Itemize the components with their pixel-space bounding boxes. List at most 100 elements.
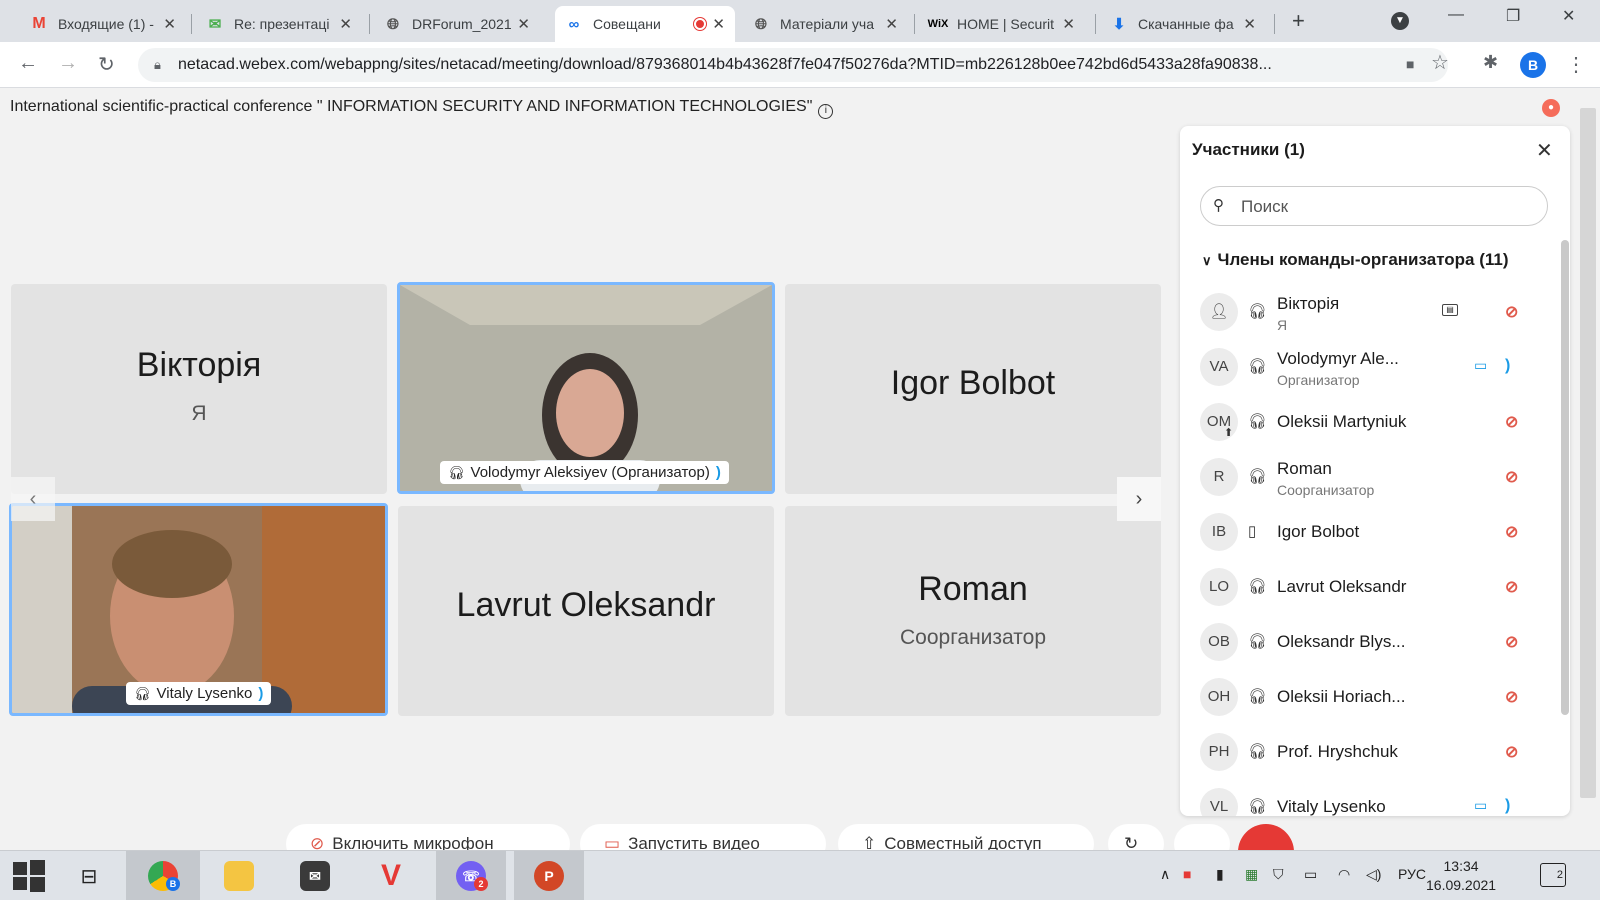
tile-name-label: 🎧︎ Volodymyr Aleksiyev (Организатор) ) <box>440 461 729 484</box>
close-tab-icon[interactable]: ✕ <box>885 15 898 33</box>
browser-menu-icon[interactable]: ⋮ <box>1566 52 1586 77</box>
participant-row[interactable]: VL 🎧︎ Vitaly Lysenko ▭ ) <box>1180 781 1550 816</box>
extensions-icon[interactable]: ✱ <box>1483 52 1498 73</box>
contact-card-icon[interactable]: ▤ <box>1442 304 1458 316</box>
mic-muted-icon[interactable]: ⊘ <box>1505 632 1518 652</box>
windows-taskbar: ⊟ B ✉ V ☏ 2 P ∧ ■ ▮ ▦ ⛉ ▭ ◠ ◁) РУС 13:34… <box>0 850 1600 900</box>
mic-muted-icon[interactable]: ⊘ <box>1505 687 1518 707</box>
video-on-icon[interactable]: ▭ <box>1474 357 1487 374</box>
task-view-icon[interactable]: ⊟ <box>64 851 114 900</box>
video-tile-roman[interactable]: Roman Соорганизатор <box>785 506 1161 716</box>
tab-webex-meeting[interactable]: ∞ Совещани ✕ <box>555 6 735 42</box>
participant-row[interactable]: 👤︎ 🎧︎ Вікторія Я ▤ ⊘ <box>1180 286 1550 341</box>
system-clock[interactable]: 13:34 16.09.2021 <box>1426 857 1496 895</box>
battery-icon[interactable]: ▭ <box>1304 866 1317 883</box>
close-panel-icon[interactable]: ✕ <box>1536 138 1553 163</box>
host-team-section-header[interactable]: ∨ Члены команды-организатора (11) <box>1202 250 1509 270</box>
profile-avatar[interactable]: B <box>1520 52 1546 78</box>
tab-drforum[interactable]: 🌐︎ DRForum_2021 ✕ <box>374 6 540 42</box>
headset-icon: 🎧︎ <box>1248 633 1268 650</box>
minimize-icon[interactable]: — <box>1448 6 1464 24</box>
taskbar-viber[interactable]: ☏ 2 <box>436 851 506 900</box>
bookmark-star-icon[interactable]: ☆ <box>1431 50 1449 75</box>
start-button[interactable] <box>4 851 54 900</box>
close-tab-icon[interactable]: ✕ <box>163 15 176 33</box>
tray-grid-icon[interactable]: ▦ <box>1245 866 1258 883</box>
close-window-icon[interactable]: ✕ <box>1562 6 1575 26</box>
mic-muted-icon[interactable]: ⊘ <box>1505 742 1518 762</box>
close-tab-icon[interactable]: ✕ <box>712 15 725 33</box>
video-tile-volodymyr[interactable]: 🎧︎ Volodymyr Aleksiyev (Организатор) ) <box>397 282 775 494</box>
participants-title: Участники (1) <box>1192 140 1305 159</box>
participant-row[interactable]: VA 🎧︎ Volodymyr Ale... Организатор ▭ ) <box>1180 341 1550 396</box>
taskbar-mail[interactable]: ✉ <box>290 851 340 900</box>
close-tab-icon[interactable]: ✕ <box>1062 15 1075 33</box>
security-icon[interactable]: ⛉ <box>1273 866 1284 883</box>
headset-icon: 🎧︎ <box>1248 743 1268 760</box>
tab-materials[interactable]: 🌐︎ Матеріали уча ✕ <box>742 6 908 42</box>
tab-gmail[interactable]: M Входящие (1) - ✕ <box>20 6 186 42</box>
page-scrollbar[interactable] <box>1580 108 1596 798</box>
avatar: LO <box>1200 568 1238 606</box>
reload-icon[interactable]: ↻ <box>98 52 115 77</box>
audio-activity-icon[interactable]: ) <box>1505 357 1510 375</box>
taskbar-app-v[interactable]: V <box>366 851 416 900</box>
audio-activity-icon[interactable]: ) <box>1505 797 1510 815</box>
tile-subtitle: Я <box>191 402 207 425</box>
tray-app-icon[interactable]: ■ <box>1183 866 1191 882</box>
taskbar-chrome[interactable]: B <box>126 851 200 900</box>
mic-muted-icon[interactable]: ⊘ <box>1505 522 1518 542</box>
participant-row[interactable]: R 🎧︎ Roman Соорганизатор ⊘ <box>1180 451 1550 506</box>
notifications-icon[interactable]: 2 <box>1540 863 1566 887</box>
avatar: PH <box>1200 733 1238 771</box>
wifi-icon[interactable]: ◠ <box>1338 866 1350 883</box>
taskbar-file-explorer[interactable] <box>214 851 264 900</box>
phone-icon: ▯ <box>1248 523 1257 540</box>
mic-muted-icon[interactable]: ⊘ <box>1505 467 1518 487</box>
address-bar[interactable]: 🔒︎ netacad.webex.com/webappng/sites/neta… <box>138 48 1448 82</box>
mic-muted-icon[interactable]: ⊘ <box>1505 577 1518 597</box>
participant-row[interactable]: IB ▯ Igor Bolbot ⊘ <box>1180 506 1550 561</box>
video-tile-igor-bolbot[interactable]: Igor Bolbot <box>785 284 1161 494</box>
participant-search-input[interactable] <box>1241 195 1531 219</box>
camera-blocked-icon[interactable]: ■ <box>1406 56 1414 72</box>
participants-scrollbar[interactable] <box>1561 240 1569 715</box>
mic-muted-icon[interactable]: ⊘ <box>1505 412 1518 432</box>
close-tab-icon[interactable]: ✕ <box>339 15 352 33</box>
participant-row[interactable]: OM ⬆ 🎧︎ Oleksii Martyniuk ⊘ <box>1180 396 1550 451</box>
video-tile-lavrut[interactable]: Lavrut Oleksandr <box>398 506 774 716</box>
tab-search-icon[interactable]: ▼ <box>1391 12 1409 30</box>
participant-row[interactable]: OH 🎧︎ Oleksii Horiach... ⊘ <box>1180 671 1550 726</box>
new-tab-button[interactable]: + <box>1292 8 1305 34</box>
mic-muted-icon[interactable]: ⊘ <box>1505 302 1518 322</box>
back-icon[interactable]: ← <box>18 52 38 75</box>
tab-home-security[interactable]: WiX HOME | Securit ✕ <box>919 6 1085 42</box>
previous-page-button[interactable]: ‹ <box>11 477 55 521</box>
taskbar-powerpoint[interactable]: P <box>514 851 584 900</box>
recording-status-icon[interactable]: ● <box>1542 99 1560 117</box>
video-on-icon[interactable]: ▭ <box>1474 797 1487 814</box>
close-tab-icon[interactable]: ✕ <box>517 15 530 33</box>
show-hidden-icons[interactable]: ∧ <box>1160 866 1170 883</box>
search-icon: ⚲ <box>1213 197 1224 214</box>
restore-icon[interactable]: ❐ <box>1506 6 1520 26</box>
microphone-icon[interactable]: ▮ <box>1216 866 1224 883</box>
close-tab-icon[interactable]: ✕ <box>1243 15 1256 33</box>
participant-search[interactable]: ⚲ <box>1200 186 1548 226</box>
info-icon[interactable]: i <box>818 104 834 119</box>
participant-row[interactable]: OB 🎧︎ Oleksandr Blys... ⊘ <box>1180 616 1550 671</box>
chevron-left-icon: ‹ <box>29 487 37 510</box>
language-indicator[interactable]: РУС <box>1398 866 1426 882</box>
url-text[interactable]: netacad.webex.com/webappng/sites/netacad… <box>178 56 1408 74</box>
participant-row[interactable]: PH 🎧︎ Prof. Hryshchuk ⊘ <box>1180 726 1550 781</box>
forward-icon[interactable]: → <box>58 52 78 75</box>
tab-downloads[interactable]: ⬇ Скачанные фа ✕ <box>1100 6 1266 42</box>
avatar: OB <box>1200 623 1238 661</box>
video-tile-vitaly[interactable]: 🎧︎ Vitaly Lysenko ) <box>9 503 388 716</box>
participant-row[interactable]: LO 🎧︎ Lavrut Oleksandr ⊘ <box>1180 561 1550 616</box>
next-page-button[interactable]: › <box>1117 477 1161 521</box>
browser-tab-strip: M Входящие (1) - ✕ ✉ Re: презентаці ✕ 🌐︎… <box>0 0 1600 42</box>
volume-icon[interactable]: ◁) <box>1366 866 1381 883</box>
tab-re-presentation[interactable]: ✉ Re: презентаці ✕ <box>196 6 362 42</box>
video-tile-viktoria[interactable]: Вікторія Я <box>11 284 387 494</box>
